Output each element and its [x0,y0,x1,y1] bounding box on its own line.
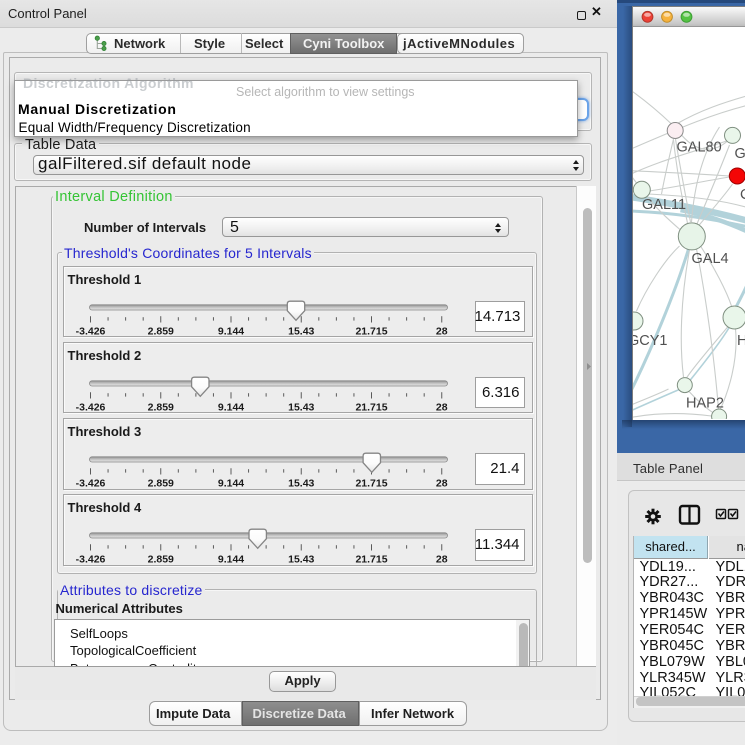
svg-text:GAL80: GAL80 [676,140,721,156]
svg-text:9.144: 9.144 [217,401,243,413]
svg-text:GCY1: GCY1 [633,333,668,349]
svg-text:21.715: 21.715 [355,325,387,337]
svg-text:-3.426: -3.426 [75,478,105,490]
svg-text:28: 28 [435,478,447,490]
svg-text:2.859: 2.859 [147,478,173,490]
svg-text:9.144: 9.144 [217,325,243,337]
svg-text:15.43: 15.43 [288,478,314,490]
svg-text:15.43: 15.43 [288,401,314,413]
svg-text:9.144: 9.144 [217,478,243,490]
svg-text:CR: CR [740,187,745,203]
svg-text:-3.426: -3.426 [75,401,105,413]
svg-text:2.859: 2.859 [147,554,173,566]
svg-text:HAP2: HAP2 [686,396,724,412]
svg-text:2.859: 2.859 [147,325,173,337]
svg-text:HI: HI [737,333,745,349]
svg-text:28: 28 [435,325,447,337]
svg-text:15.43: 15.43 [288,554,314,566]
svg-text:2.859: 2.859 [147,401,173,413]
svg-text:28: 28 [435,401,447,413]
svg-text:-3.426: -3.426 [75,554,105,566]
svg-text:21.715: 21.715 [355,478,387,490]
svg-text:GAL4: GAL4 [691,251,728,267]
svg-text:9.144: 9.144 [217,554,243,566]
svg-text:GAL: GAL [734,146,745,162]
svg-text:GAL11: GAL11 [642,197,686,213]
svg-text:21.715: 21.715 [355,554,387,566]
svg-text:15.43: 15.43 [288,325,314,337]
svg-text:28: 28 [435,554,447,566]
svg-text:21.715: 21.715 [355,401,387,413]
svg-text:-3.426: -3.426 [75,325,105,337]
